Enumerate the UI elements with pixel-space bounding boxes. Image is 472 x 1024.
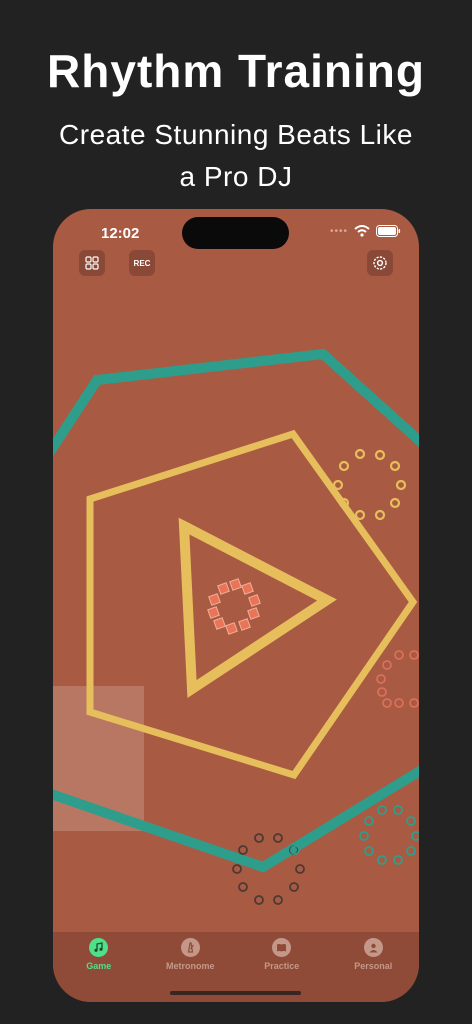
beat-circle [295,864,305,874]
beat-circle [364,816,374,826]
person-icon [363,938,383,957]
beat-square [248,594,261,607]
phone-screen: 12:02 •••• REC Game Metronome Practice P… [53,209,419,1002]
metronome-icon [180,938,200,957]
rec-label: REC [133,258,151,268]
grid-button[interactable] [79,250,105,276]
promo-subtitle: Create Stunning Beats Like a Pro DJ [0,114,472,198]
beat-circle [374,509,386,521]
beat-circle [377,805,387,815]
grid-icon [85,256,99,270]
beat-circle [332,479,344,491]
settings-icon [373,256,387,270]
beat-square [229,578,242,591]
beat-circle [406,846,416,856]
teal-polygon [53,348,419,457]
tab-game[interactable]: Game [53,932,145,1002]
beat-circle [409,698,419,708]
beat-square [213,617,226,630]
beat-circle [394,650,404,660]
beat-circle [377,687,387,697]
beat-square [217,582,230,595]
beat-circle [289,882,299,892]
beat-square [225,622,238,635]
status-icons: •••• [330,225,401,237]
beat-circle [406,816,416,826]
beat-circle [354,448,366,460]
beat-circle [409,650,419,660]
promo-title: Rhythm Training [47,45,425,97]
beat-circle [254,895,264,905]
beat-circle [238,882,248,892]
status-time: 12:02 [101,225,140,242]
beat-circle [389,460,401,472]
beat-circle [395,479,407,491]
promo-subtitle-line2: a Pro DJ [179,161,293,192]
beat-circle [273,895,283,905]
book-icon [272,938,292,957]
tab-label-metronome: Metronome [165,961,215,971]
promo-subtitle-line1: Create Stunning Beats Like [59,119,413,150]
tab-label-personal: Personal [354,961,393,971]
beat-circle [377,855,387,865]
beat-circle [393,855,403,865]
beat-circle [354,509,366,521]
coral-beat-ring [207,578,261,635]
beat-square [238,618,251,631]
tab-label-game: Game [86,961,112,971]
beat-circle [393,805,403,815]
beat-circle [376,674,386,684]
beat-circle [382,660,392,670]
teal-beat-ring [359,805,419,865]
beat-square [247,607,260,620]
coral-circle-ring [376,650,419,708]
tab-label-practice: Practice [264,961,300,971]
beat-circle [273,833,283,843]
beat-circle [374,449,386,461]
beat-circle [364,846,374,856]
beat-circle [238,845,248,855]
signal-icon: •••• [329,225,348,237]
battery-icon [376,225,401,237]
beat-circle [359,831,369,841]
settings-button[interactable] [367,250,393,276]
beat-circle [394,698,404,708]
beat-circle [382,698,392,708]
beat-circle [232,864,242,874]
beat-square [207,606,220,619]
beat-circle [389,497,401,509]
beat-square [208,593,221,606]
music-note-icon [89,938,109,957]
record-button[interactable]: REC [129,250,155,276]
beat-circle [254,833,264,843]
beat-circle [338,460,350,472]
wifi-icon [354,225,370,237]
game-canvas[interactable] [53,209,419,1002]
tab-personal[interactable]: Personal [328,932,420,1002]
beat-square [241,582,254,595]
home-indicator[interactable] [170,991,301,995]
beat-circle [411,831,419,841]
dynamic-island [182,217,289,249]
